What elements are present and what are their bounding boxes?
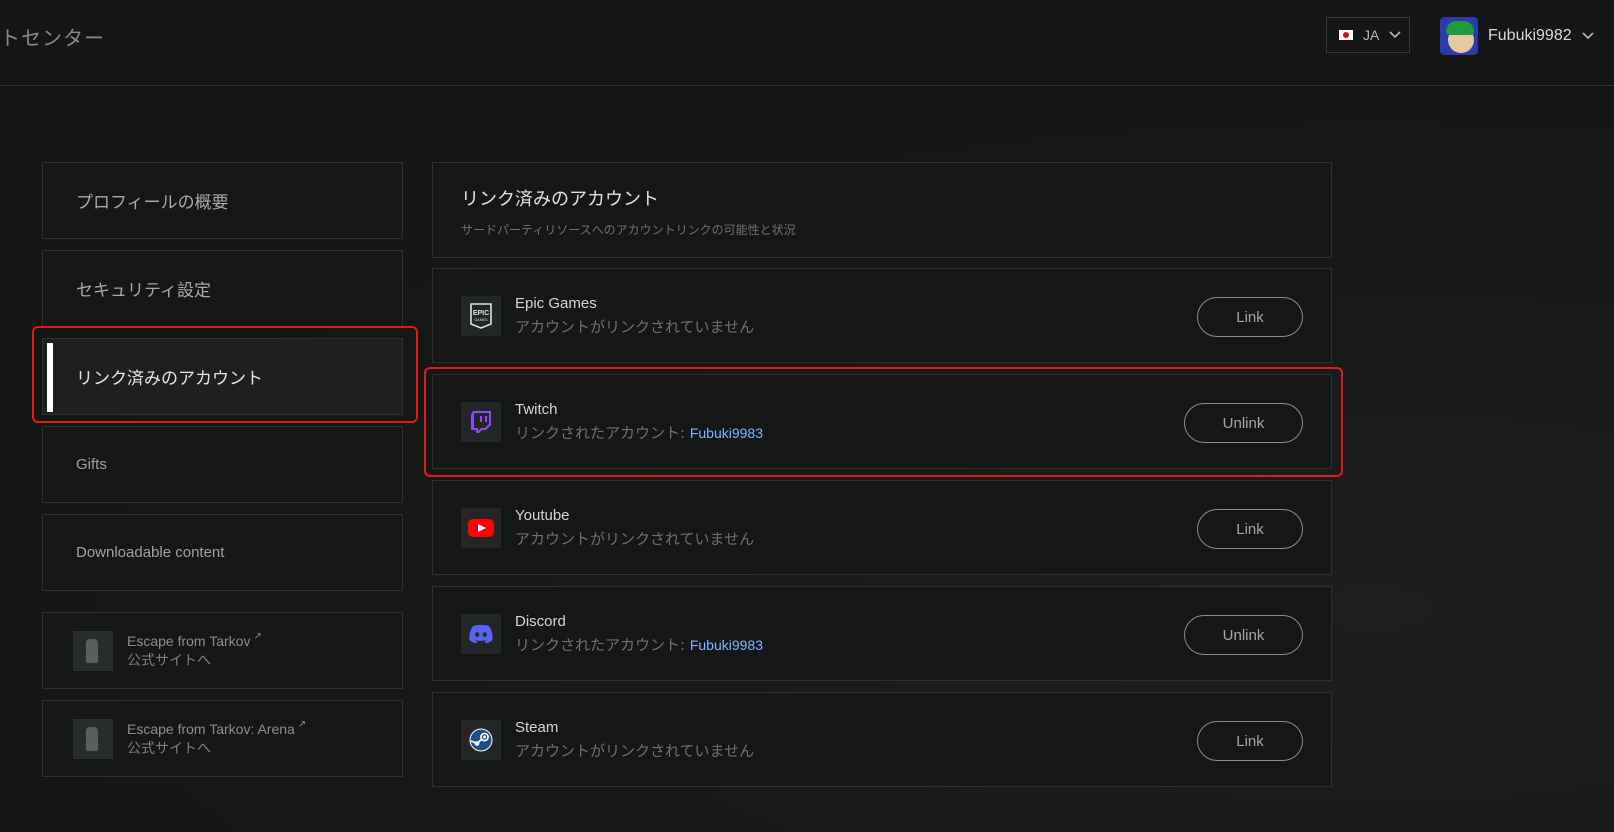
epic-games-icon: EPIC GAMES	[461, 295, 501, 336]
unlink-discord-button[interactable]: Unlink	[1184, 615, 1303, 655]
account-row-discord: Discord リンクされたアカウント: Fubuki9983 Unlink	[432, 586, 1332, 681]
external-link-icon: ↗	[253, 631, 262, 642]
sidebar-item-label: Gifts	[76, 456, 107, 473]
link-steam-button[interactable]: Link	[1197, 721, 1303, 761]
active-indicator	[47, 343, 53, 412]
external-link-tarkov[interactable]: Escape from Tarkov ↗ 公式サイトへ	[42, 612, 403, 689]
language-selector[interactable]: JA	[1326, 17, 1410, 53]
account-status: アカウントがリンクされていません	[515, 317, 755, 336]
tarkov-arena-soldier-icon	[73, 718, 113, 759]
account-name: Twitch	[515, 400, 558, 418]
sidebar-item-label: リンク済みのアカウント	[76, 369, 263, 389]
avatar	[1440, 17, 1478, 55]
chevron-down-icon	[1582, 29, 1594, 43]
linked-accounts-header: リンク済みのアカウント サードパーティリソースへのアカウントリンクの可能性と状況	[432, 162, 1332, 258]
sidebar-item-linked-accounts[interactable]: リンク済みのアカウント	[42, 338, 403, 415]
account-row-twitch: Twitch リンクされたアカウント: Fubuki9983 Unlink	[432, 374, 1332, 469]
unlink-twitch-button[interactable]: Unlink	[1184, 403, 1303, 443]
language-label: JA	[1363, 27, 1380, 43]
japan-flag-icon	[1339, 30, 1353, 40]
user-menu[interactable]: Fubuki9982	[1440, 17, 1594, 55]
account-name: Youtube	[515, 506, 570, 524]
user-name: Fubuki9982	[1488, 27, 1572, 44]
external-link-tarkov-arena[interactable]: Escape from Tarkov: Arena ↗ 公式サイトへ	[42, 700, 403, 777]
account-name: Discord	[515, 612, 566, 630]
account-status: リンクされたアカウント:	[515, 423, 686, 442]
twitch-icon	[461, 401, 501, 442]
external-link-title: Escape from Tarkov: Arena	[127, 721, 295, 737]
external-link-title: Escape from Tarkov	[127, 633, 251, 649]
page-title: リンク済みのアカウント	[461, 189, 659, 210]
account-name: Steam	[515, 718, 559, 736]
account-status: リンクされたアカウント:	[515, 635, 686, 654]
sidebar-item-security-settings[interactable]: セキュリティ設定	[42, 250, 403, 327]
page-subtitle: サードパーティリソースへのアカウントリンクの可能性と状況	[461, 223, 796, 237]
linked-username: Fubuki9983	[689, 636, 764, 653]
external-link-icon: ↗	[297, 719, 307, 730]
sidebar-item-gifts[interactable]: Gifts	[42, 426, 403, 503]
linked-username: Fubuki9983	[689, 424, 764, 441]
account-row-epic-games: EPIC GAMES Epic Games アカウントがリンクされていません L…	[432, 268, 1332, 363]
sidebar-item-downloadable-content[interactable]: Downloadable content	[42, 514, 403, 591]
sidebar-item-label: プロフィールの概要	[76, 193, 229, 213]
account-row-steam: Steam アカウントがリンクされていません Link	[432, 692, 1332, 787]
external-link-subtitle: 公式サイトへ	[127, 653, 211, 669]
header-title: トセンター	[0, 26, 105, 50]
account-name: Epic Games	[515, 294, 597, 312]
top-header: トセンター JA Fubuki9982	[0, 0, 1614, 86]
discord-icon	[461, 613, 501, 654]
account-status: アカウントがリンクされていません	[515, 741, 755, 760]
svg-text:EPIC: EPIC	[473, 310, 489, 317]
sidebar-item-profile-overview[interactable]: プロフィールの概要	[42, 162, 403, 239]
account-status: アカウントがリンクされていません	[515, 529, 755, 548]
link-youtube-button[interactable]: Link	[1197, 509, 1303, 549]
steam-icon	[461, 719, 501, 760]
sidebar-item-label: セキュリティ設定	[76, 281, 211, 301]
account-row-youtube: Youtube アカウントがリンクされていません Link	[432, 480, 1332, 575]
youtube-icon	[461, 507, 501, 548]
chevron-down-icon	[1389, 28, 1401, 42]
sidebar-item-label: Downloadable content	[76, 544, 225, 561]
tarkov-soldier-icon	[73, 630, 113, 671]
external-link-subtitle: 公式サイトへ	[127, 741, 211, 757]
link-epic-games-button[interactable]: Link	[1197, 297, 1303, 337]
svg-text:GAMES: GAMES	[475, 318, 489, 322]
